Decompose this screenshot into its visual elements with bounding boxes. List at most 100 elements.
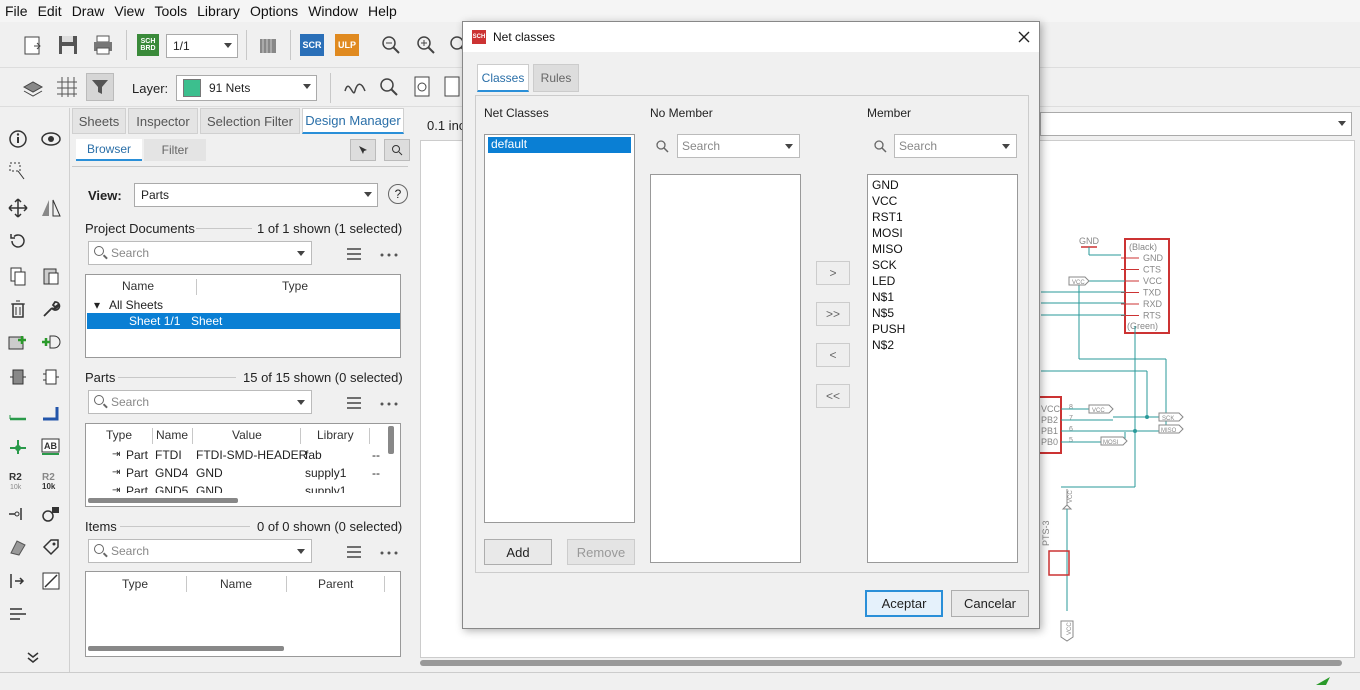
replace-icon[interactable] [5,364,31,390]
canvas-command-combo[interactable] [1040,112,1352,136]
column-value[interactable]: Value [232,428,262,442]
wire-icon[interactable] [5,400,31,426]
list-item[interactable]: GND [872,178,899,192]
add-gate-icon[interactable] [38,330,64,356]
zoom-select-icon[interactable] [384,139,410,161]
open-icon[interactable] [20,32,46,58]
ercpage-icon[interactable] [410,74,436,100]
measure-icon[interactable] [376,74,402,100]
copy-icon[interactable] [5,263,31,289]
value-icon[interactable]: R2 10k [38,468,64,494]
rotate-icon[interactable] [5,228,31,254]
vertical-scrollbar[interactable] [388,426,394,454]
menu-file[interactable]: File [0,3,33,19]
list-item[interactable]: RST1 [872,210,903,224]
table-row[interactable]: Sheet 1/1 Sheet [87,313,400,329]
library-icon[interactable] [255,32,281,58]
list-item[interactable]: N$5 [872,306,894,320]
menu-draw[interactable]: Draw [67,3,110,19]
list-options-icon[interactable] [342,540,368,566]
accept-button[interactable]: Aceptar [865,590,943,617]
cancel-button[interactable]: Cancelar [951,590,1029,617]
gateswap-icon[interactable] [5,568,31,594]
save-icon[interactable] [55,32,81,58]
list-options-icon[interactable] [342,242,368,268]
attribute-icon[interactable] [38,534,64,560]
zoom-fit-icon[interactable] [378,32,404,58]
subtab-browser[interactable]: Browser [76,139,142,161]
grid-icon[interactable] [54,74,80,100]
menu-edit[interactable]: Edit [33,3,67,19]
move-left-button[interactable]: < [816,343,850,367]
move-icon[interactable] [5,195,31,221]
canvas-horizontal-scrollbar[interactable] [420,660,1342,666]
sheet-select[interactable]: 1/1 [166,34,238,58]
info-icon[interactable] [5,126,31,152]
tab-inspector[interactable]: Inspector [128,108,198,134]
add-part-icon[interactable] [5,330,31,356]
pinswap-icon[interactable] [38,364,64,390]
menu-library[interactable]: Library [192,3,245,19]
tree-expander[interactable]: ▾ [94,298,100,312]
move-all-right-button[interactable]: >> [816,302,850,326]
column-name[interactable]: Name [122,279,154,293]
zoom-in-icon[interactable] [413,32,439,58]
move-right-button[interactable]: > [816,261,850,285]
column-type[interactable]: Type [106,428,132,442]
table-row[interactable]: ⇥ Part GND5 GND supply1 [86,483,386,493]
bus-icon[interactable] [38,400,64,426]
wire-style-icon[interactable] [342,74,368,100]
table-row[interactable]: ⇥ Part FTDI FTDI-SMD-HEADER fab -- [86,447,386,463]
all-sheets-group[interactable]: All Sheets [109,298,163,312]
horizontal-scrollbar[interactable] [88,498,238,503]
group-icon[interactable] [5,158,31,184]
more-icon[interactable] [376,540,402,566]
menu-window[interactable]: Window [303,3,363,19]
paste-icon[interactable] [38,263,64,289]
layer-select[interactable]: 91 Nets [176,75,317,101]
tab-selection-filter[interactable]: Selection Filter [200,108,300,134]
tab-design-manager[interactable]: Design Manager [302,108,404,134]
name-icon[interactable]: R2 10k [5,468,31,494]
line-icon[interactable] [38,568,64,594]
subtab-filter[interactable]: Filter [144,139,206,161]
list-item[interactable]: default [488,137,631,153]
add-button[interactable]: Add [484,539,552,565]
list-item[interactable]: VCC [872,194,897,208]
column-name[interactable]: Name [156,428,188,442]
layers-icon[interactable] [20,74,46,100]
more-icon[interactable] [376,391,402,417]
filter-icon[interactable] [86,73,114,101]
menu-help[interactable]: Help [363,3,402,19]
items-search[interactable]: Search [88,539,312,563]
list-item[interactable]: N$2 [872,338,894,352]
delete-icon[interactable] [5,296,31,322]
script-icon[interactable]: SCR [299,32,325,58]
no-member-search[interactable]: Search [677,134,800,158]
menu-tools[interactable]: Tools [149,3,192,19]
table-row[interactable]: ⇥ Part GND4 GND supply1 -- [86,465,386,481]
tab-classes[interactable]: Classes [477,64,529,92]
change-icon[interactable] [5,534,31,560]
list-item[interactable]: SCK [872,258,897,272]
expand-more-icon[interactable] [20,644,46,670]
list-item[interactable]: MOSI [872,226,903,240]
close-icon[interactable] [1015,28,1033,46]
list-item[interactable]: MISO [872,242,903,256]
list-item[interactable]: LED [872,274,895,288]
smash-icon[interactable] [38,501,64,527]
column-name[interactable]: Name [220,577,252,591]
column-type[interactable]: Type [122,577,148,591]
column-type[interactable]: Type [282,279,308,293]
parts-search[interactable]: Search [88,390,312,414]
help-icon[interactable]: ? [388,184,408,204]
remove-button[interactable]: Remove [567,539,635,565]
label-icon[interactable]: AB [38,433,64,459]
project-docs-search[interactable]: Search [88,241,312,265]
more-icon[interactable] [376,242,402,268]
go-icon[interactable] [1314,675,1334,690]
column-library[interactable]: Library [317,428,354,442]
tab-rules[interactable]: Rules [533,64,579,92]
print-icon[interactable] [90,32,116,58]
switch-to-board-icon[interactable]: SCH BRD [135,32,161,58]
